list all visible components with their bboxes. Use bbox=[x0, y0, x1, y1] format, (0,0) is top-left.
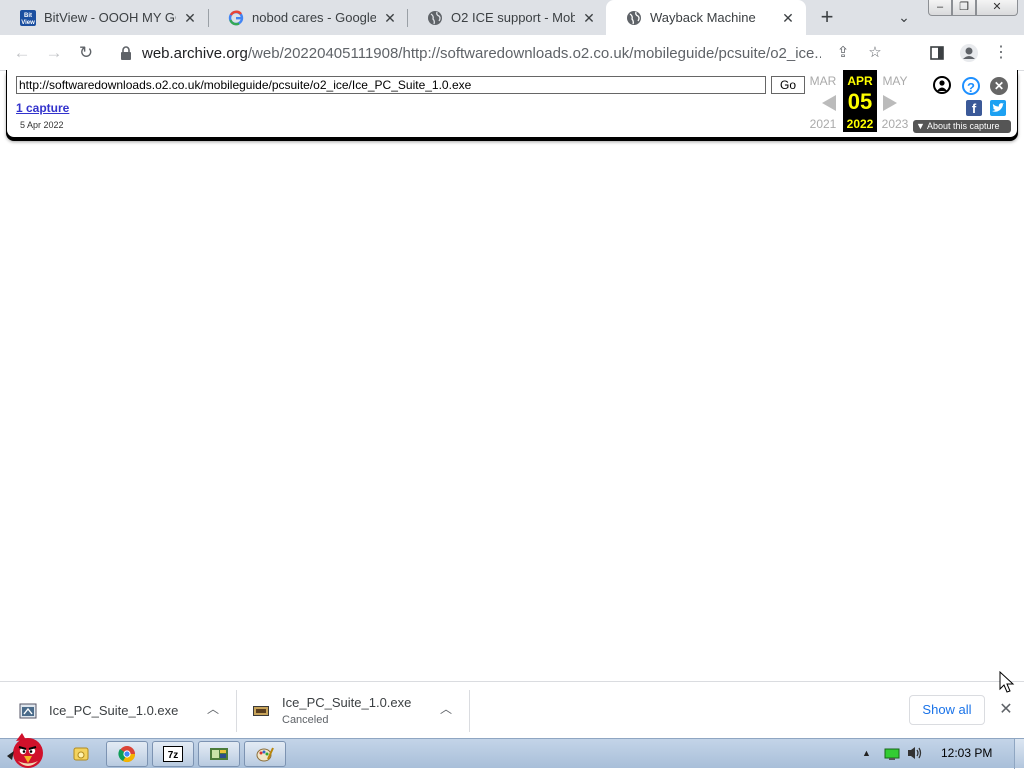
network-icon[interactable] bbox=[884, 747, 900, 760]
mouse-cursor-icon bbox=[999, 670, 1015, 695]
download-item[interactable]: Ice_PC_Suite_1.0.exe Canceled bbox=[252, 682, 411, 739]
tab-wayback-machine[interactable]: Wayback Machine ✕ bbox=[606, 0, 806, 35]
captures-date: 5 Apr 2022 bbox=[20, 120, 64, 130]
download-filename: Ice_PC_Suite_1.0.exe bbox=[282, 695, 412, 710]
globe-icon bbox=[626, 10, 642, 26]
url-text[interactable]: web.archive.org/web/20220405111908/http:… bbox=[142, 45, 821, 62]
url-host: web.archive.org bbox=[142, 44, 248, 62]
angry-bird-icon bbox=[7, 733, 43, 768]
bitview-icon: Bit View bbox=[20, 9, 36, 26]
chevron-up-icon[interactable]: ︿ bbox=[439, 702, 453, 716]
download-text: Ice_PC_Suite_1.0.exe Canceled bbox=[282, 695, 411, 726]
7zip-icon[interactable]: 7z bbox=[152, 741, 194, 767]
help-icon[interactable]: ? bbox=[962, 77, 980, 95]
divider bbox=[469, 690, 470, 732]
start-button[interactable] bbox=[2, 731, 50, 769]
lock-icon[interactable] bbox=[120, 46, 132, 60]
current-year: 2022 bbox=[846, 117, 874, 131]
minimize-button[interactable]: – bbox=[928, 0, 952, 16]
close-icon[interactable]: ✕ bbox=[581, 10, 597, 26]
show-all-button[interactable]: Show all bbox=[909, 695, 985, 725]
prev-capture-arrow-icon[interactable] bbox=[822, 95, 836, 111]
url-path: /web/20220405111908/http://softwaredownl… bbox=[247, 44, 821, 62]
installer-file-icon bbox=[252, 702, 270, 720]
media-player-icon[interactable] bbox=[198, 741, 240, 767]
show-desktop-button[interactable] bbox=[1014, 739, 1024, 769]
tab-search-chevron-icon[interactable]: ⌄ bbox=[894, 9, 914, 27]
profile-avatar-icon[interactable] bbox=[957, 41, 981, 65]
chrome-icon[interactable] bbox=[106, 741, 148, 767]
window-close-button[interactable]: ✕ bbox=[976, 0, 1018, 16]
prev-year-label[interactable]: 2021 bbox=[808, 117, 838, 131]
restore-button[interactable]: ❐ bbox=[952, 0, 976, 16]
chevron-up-icon[interactable]: ︿ bbox=[206, 702, 220, 716]
tab-strip: BitView BitView - OOOH MY GOD ✕ nobod ca… bbox=[0, 0, 1024, 35]
bookmark-star-icon[interactable]: ☆ bbox=[865, 43, 885, 63]
prev-month-label[interactable]: MAR bbox=[808, 74, 838, 88]
download-shelf: Ice_PC_Suite_1.0.exe ︿ Ice_PC_Suite_1.0.… bbox=[0, 681, 1024, 738]
tab-bitview[interactable]: BitView BitView - OOOH MY GOD ✕ bbox=[0, 0, 208, 35]
close-icon[interactable]: ✕ bbox=[997, 701, 1015, 719]
window-controls: – ❐ ✕ bbox=[928, 0, 1018, 16]
explorer-folder-icon[interactable] bbox=[60, 741, 102, 767]
caret-down-icon: ▼ bbox=[916, 121, 925, 131]
next-year-label[interactable]: 2023 bbox=[880, 117, 910, 131]
new-tab-button[interactable]: + bbox=[815, 6, 839, 30]
close-icon[interactable]: ✕ bbox=[382, 10, 398, 26]
wayback-url-input[interactable] bbox=[16, 76, 766, 94]
tab-title: nobod cares - Google Search bbox=[252, 10, 376, 25]
tab-title: BitView - OOOH MY GOD bbox=[44, 10, 176, 25]
close-icon[interactable]: ✕ bbox=[780, 10, 796, 26]
go-button[interactable]: Go bbox=[771, 76, 805, 94]
twitter-icon[interactable] bbox=[990, 100, 1006, 116]
download-status: Canceled bbox=[282, 714, 329, 726]
about-this-capture-button[interactable]: ▼ About this capture bbox=[913, 120, 1011, 133]
address-bar[interactable]: web.archive.org/web/20220405111908/http:… bbox=[110, 38, 885, 68]
close-wayback-icon[interactable]: ✕ bbox=[990, 77, 1008, 95]
current-day: 05 bbox=[847, 89, 873, 114]
share-icon[interactable]: ⇪ bbox=[833, 43, 853, 63]
forward-arrow-icon[interactable]: → bbox=[42, 41, 66, 65]
google-icon bbox=[228, 10, 244, 26]
clock-time[interactable]: 12:03 PM bbox=[941, 746, 992, 760]
about-label: About this capture bbox=[926, 121, 1000, 131]
windows-taskbar: 7z ▲ 12:03 PM bbox=[0, 733, 1024, 769]
divider bbox=[236, 690, 237, 732]
next-capture-arrow-icon[interactable] bbox=[883, 95, 897, 111]
browser-toolbar: ← → ↻ web.archive.org/web/20220405111908… bbox=[0, 35, 1024, 71]
tab-title: O2 ICE support - Mobile bbox=[451, 10, 575, 25]
download-filename: Ice_PC_Suite_1.0.exe bbox=[49, 703, 179, 718]
facebook-icon[interactable]: f bbox=[966, 100, 982, 116]
wayback-toolbar: Go 1 capture 5 Apr 2022 MAR 2021 APR 05 … bbox=[6, 70, 1018, 138]
captures-link[interactable]: 1 capture bbox=[16, 101, 69, 115]
current-capture-date: APR 05 2022 bbox=[843, 70, 877, 132]
svg-text:7z: 7z bbox=[168, 750, 179, 761]
close-icon[interactable]: ✕ bbox=[182, 10, 198, 26]
globe-icon bbox=[427, 10, 443, 26]
installer-file-icon bbox=[19, 702, 37, 720]
paint-icon[interactable] bbox=[244, 741, 286, 767]
tab-title: Wayback Machine bbox=[650, 10, 756, 25]
side-panel-icon[interactable] bbox=[925, 41, 949, 65]
tab-google-search[interactable]: nobod cares - Google Search ✕ bbox=[208, 0, 408, 35]
next-month-label[interactable]: MAY bbox=[880, 74, 910, 88]
tray-expand-icon[interactable]: ▲ bbox=[862, 748, 871, 758]
reload-icon[interactable]: ↻ bbox=[74, 41, 98, 65]
svg-text:View: View bbox=[21, 20, 35, 26]
svg-text:Bit: Bit bbox=[24, 13, 32, 19]
current-month: APR bbox=[847, 74, 873, 88]
volume-icon[interactable] bbox=[906, 745, 924, 761]
back-arrow-icon[interactable]: ← bbox=[10, 41, 34, 65]
menu-kebab-icon[interactable]: ⋮ bbox=[989, 41, 1013, 65]
account-icon[interactable] bbox=[933, 76, 951, 94]
tab-o2-ice-support[interactable]: O2 ICE support - Mobile ✕ bbox=[407, 0, 607, 35]
